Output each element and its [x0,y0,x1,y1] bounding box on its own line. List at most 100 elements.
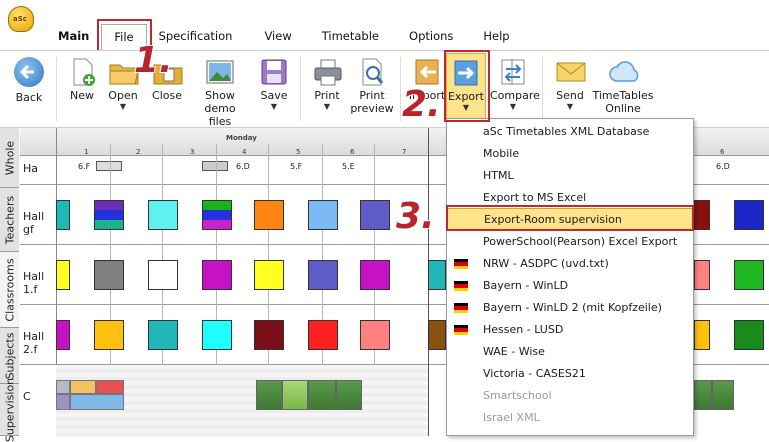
lesson-card[interactable] [94,320,124,350]
lesson-card[interactable] [734,200,764,230]
menu-item-wae-wise[interactable]: WAE - Wise [447,341,693,363]
compare-label: Compare [490,89,540,102]
menu-item-label: aSc Timetables XML Database [483,125,650,138]
menu-item-label: HTML [483,169,514,182]
supervision-card[interactable] [712,380,734,410]
lesson-card[interactable] [202,260,232,290]
lesson-card[interactable] [148,260,178,290]
new-file-icon [67,57,97,86]
lesson-card[interactable] [148,320,178,350]
lesson-card[interactable] [308,200,338,230]
supervision-card[interactable] [56,380,70,394]
vtab-whole[interactable]: Whole [0,128,19,188]
show-demo-label-1: Show demo [204,89,236,115]
print-preview-button[interactable]: Print preview [350,57,394,115]
supervision-card[interactable] [70,394,124,410]
lesson-card[interactable] [254,320,284,350]
print-button[interactable]: Print ▼ [308,57,346,112]
german-flag-icon [454,303,468,313]
annotation-box-room-supervision [446,205,694,231]
compare-button[interactable]: Compare ▼ [490,57,540,112]
lesson-card[interactable] [56,200,70,230]
lesson-card[interactable] [734,320,764,350]
lesson-card[interactable] [694,320,710,350]
menu-item-victoria-cases21[interactable]: Victoria - CASES21 [447,363,693,385]
menu-item-bayern-winld-2[interactable]: Bayern - WinLD 2 (mit Kopfzeile) [447,297,693,319]
menu-item-hessen-lusd[interactable]: Hessen - LUSD [447,319,693,341]
lesson-card[interactable] [94,200,124,230]
menu-item-label: NRW - ASDPC (uvd.txt) [483,257,609,270]
print-preview-label-2: preview [350,102,394,115]
tab-view[interactable]: View [244,24,309,50]
save-button[interactable]: Save ▼ [256,57,292,112]
print-dropdown-arrow[interactable]: ▼ [308,102,346,112]
open-label: Open [108,89,138,102]
menu-item-label: Smartschool [483,389,552,402]
lesson-card[interactable] [734,260,764,290]
new-button[interactable]: New [64,57,100,102]
supervision-card[interactable] [56,394,70,410]
supervision-card[interactable] [336,380,362,410]
lesson-card[interactable] [56,260,70,290]
lesson-card[interactable] [202,200,232,230]
period-number: 4 [242,148,247,156]
supervision-card[interactable] [256,380,282,410]
compare-dropdown-arrow[interactable]: ▼ [490,102,536,112]
back-button[interactable]: Back [10,57,48,104]
lesson-card[interactable] [56,320,70,350]
german-flag-icon [454,325,468,335]
menu-item-israel-xml: Israel XML [447,407,693,429]
print-preview-icon [357,57,387,86]
lesson-card[interactable] [94,260,124,290]
app-logo-icon[interactable]: aSc [8,6,34,32]
lesson-card[interactable] [428,260,446,290]
menu-item-powerschool[interactable]: PowerSchool(Pearson) Excel Export [447,231,693,253]
menu-item-bayern-winld[interactable]: Bayern - WinLD [447,275,693,297]
lesson-card[interactable] [254,200,284,230]
lesson-card[interactable] [254,260,284,290]
open-dropdown-arrow[interactable]: ▼ [104,102,142,112]
menu-item-html[interactable]: HTML [447,165,693,187]
period-number: 6 [350,148,355,156]
tab-help[interactable]: Help [471,24,521,50]
vtab-subjects[interactable]: Subjects [0,328,19,384]
vtab-teachers[interactable]: Teachers [0,188,19,252]
printer-icon [312,57,342,86]
tab-options[interactable]: Options [397,24,471,50]
vtab-supervision[interactable]: Supervision [0,377,19,442]
menu-item-label: WAE - Wise [483,345,545,358]
tab-main[interactable]: Main [46,24,101,50]
menu-item-nrw-asdpc[interactable]: NRW - ASDPC (uvd.txt) [447,253,693,275]
lesson-card[interactable] [360,320,390,350]
lesson-card[interactable] [202,320,232,350]
vtab-subjects-label: Subjects [3,332,16,379]
send-dropdown-arrow[interactable]: ▼ [550,102,590,112]
timetables-online-label-2: Online [605,102,641,115]
supervision-card[interactable] [282,380,308,410]
show-demo-label-2: files [208,115,232,128]
lesson-card[interactable] [694,200,710,230]
vtab-classrooms[interactable]: Classrooms [0,252,19,328]
menu-item-asc-xml[interactable]: aSc Timetables XML Database [447,121,693,143]
send-button[interactable]: Send ▼ [550,57,590,112]
supervision-card[interactable] [308,380,336,410]
header-row-cell: 6.F [78,162,91,171]
lesson-card[interactable] [308,260,338,290]
supervision-card[interactable] [70,380,96,394]
save-dropdown-arrow[interactable]: ▼ [256,102,292,112]
lesson-card[interactable] [148,200,178,230]
vtab-whole-label: Whole [3,140,16,175]
menu-item-label: Hessen - LUSD [483,323,564,336]
show-demo-files-button[interactable]: Show demo files [188,57,252,128]
lesson-card[interactable] [428,320,446,350]
lesson-card[interactable] [360,200,390,230]
header-row-block [202,161,228,171]
lesson-card[interactable] [308,320,338,350]
tab-timetable[interactable]: Timetable [310,24,397,50]
supervision-card[interactable] [694,380,712,410]
menu-item-mobile[interactable]: Mobile [447,143,693,165]
lesson-card[interactable] [360,260,390,290]
lesson-card[interactable] [694,260,710,290]
timetables-online-button[interactable]: TimeTables Online [592,57,654,115]
supervision-card[interactable] [96,380,124,394]
